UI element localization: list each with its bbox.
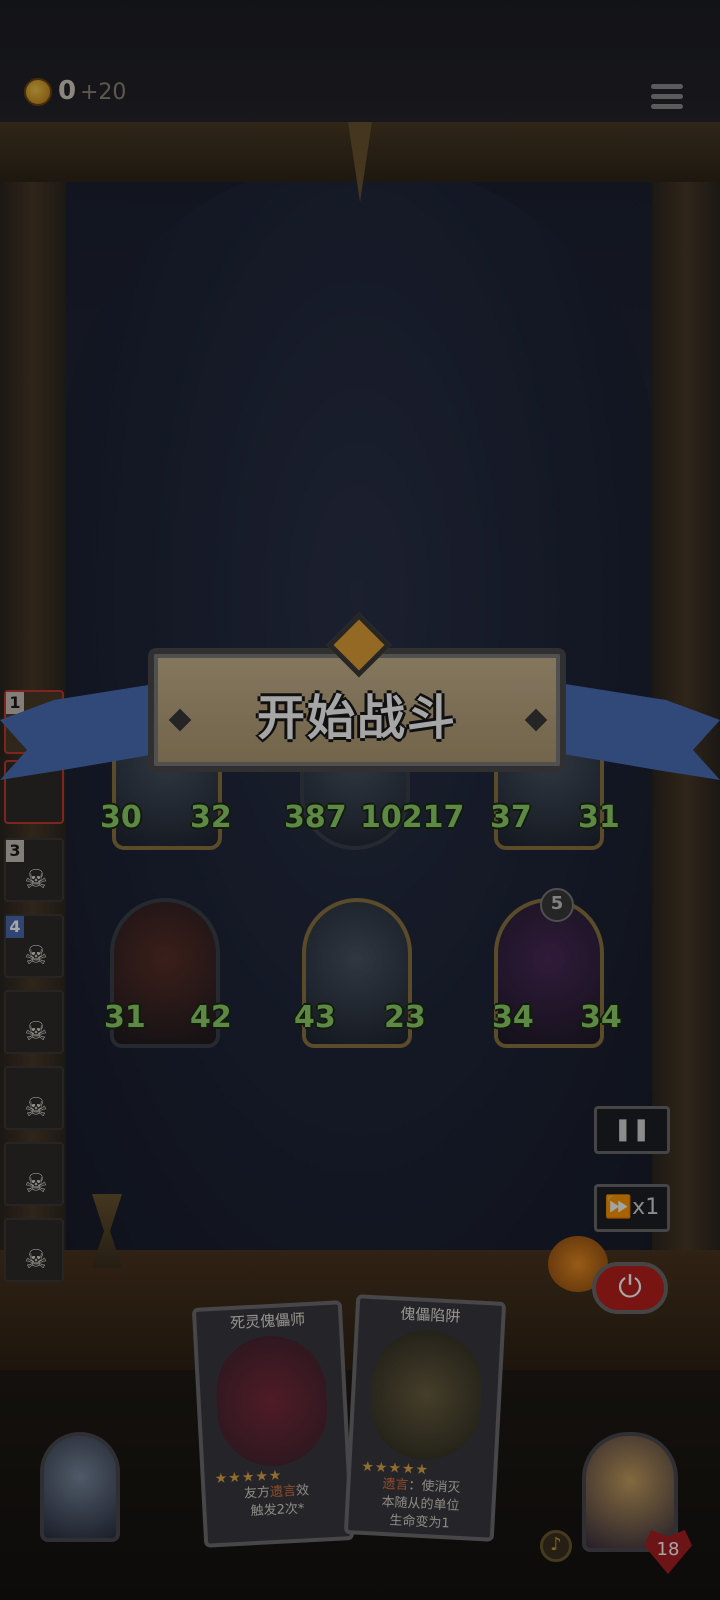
speed-button[interactable]: ⏩x1 (594, 1184, 670, 1232)
coin-count: 0 (58, 76, 77, 106)
card-description: 友方遗言效 触发2次* (243, 1483, 310, 1520)
health-stat: 34 (580, 1000, 622, 1035)
skull-icon: ☠ (24, 1245, 48, 1275)
top-bar (0, 0, 720, 125)
queue-number: 3 (6, 840, 24, 862)
queue-slot[interactable]: ☠ (4, 990, 64, 1054)
queue-slot[interactable]: ☠ (4, 1218, 64, 1282)
queue-number: 1 (6, 692, 24, 714)
level-badge: 5 (540, 888, 574, 922)
attack-stat: 34 (492, 1000, 534, 1035)
skull-icon: ☠ (24, 1169, 48, 1199)
card-description: 遗言：使消灭 本随从的单位 生命变为1 (381, 1476, 461, 1532)
health-stat: 42 (190, 1000, 232, 1035)
queue-slot[interactable]: 4 ☠ (4, 914, 64, 978)
queue-slot[interactable]: ☠ (4, 1142, 64, 1206)
hand-card[interactable]: 傀儡陷阱 ★★★★★ 遗言：使消灭 本随从的单位 生命变为1 (343, 1294, 507, 1542)
attack-stat: 37 (490, 800, 532, 835)
hero-portrait[interactable] (582, 1432, 678, 1552)
bell-icon[interactable]: ♪ (540, 1530, 572, 1562)
health-stat: 23 (384, 1000, 426, 1035)
queue-slot[interactable]: ☠ (4, 1066, 64, 1130)
health-stat: 32 (190, 800, 232, 835)
attack-stat: 31 (104, 1000, 146, 1035)
card-art (213, 1333, 331, 1469)
skull-icon: ☠ (24, 941, 48, 971)
queue-number: 4 (6, 916, 24, 938)
attack-stat: 43 (294, 1000, 336, 1035)
card-title: 傀儡陷阱 (399, 1304, 461, 1326)
health-stat: 10217 (360, 800, 465, 835)
queue-slot[interactable]: 3 ☠ (4, 838, 64, 902)
power-button[interactable]: ⏻ (592, 1262, 668, 1314)
skull-icon: ☠ (24, 865, 48, 895)
health-stat: 31 (578, 800, 620, 835)
attack-stat: 30 (100, 800, 142, 835)
banner-title: 开始战斗 (256, 690, 457, 746)
card-art (367, 1327, 485, 1463)
coin-icon (24, 78, 52, 106)
card-title: 死灵傀儡师 (229, 1310, 306, 1333)
skull-icon: ☠ (24, 1093, 48, 1123)
menu-icon[interactable] (651, 84, 683, 114)
coin-gain: +20 (80, 80, 127, 105)
pause-button[interactable]: ❚❚ (594, 1106, 670, 1154)
mummy-portrait[interactable] (40, 1432, 120, 1542)
hand-card[interactable]: 死灵傀儡师 ★★★★★ 友方遗言效 触发2次* (191, 1300, 355, 1548)
skull-icon: ☠ (24, 1017, 48, 1047)
attack-stat: 387 (284, 800, 347, 835)
